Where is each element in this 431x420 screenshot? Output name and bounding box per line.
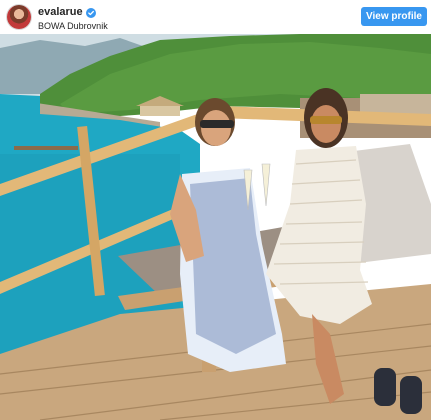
sandal-left [374, 368, 396, 406]
photo-scene [0, 34, 431, 420]
post-header: evalarue BOWA Dubrovnik View profile [0, 0, 431, 34]
sandal-right [400, 376, 422, 414]
beach-hut [140, 106, 180, 116]
champagne-glass-right [261, 163, 271, 207]
user-block: evalarue BOWA Dubrovnik [38, 6, 108, 32]
avatar[interactable] [7, 5, 31, 29]
username[interactable]: evalarue [38, 6, 83, 19]
verified-badge-icon [85, 7, 96, 18]
view-profile-button[interactable]: View profile [361, 7, 427, 26]
post-photo[interactable] [0, 34, 431, 420]
location-label[interactable]: BOWA Dubrovnik [38, 20, 108, 32]
terrace-roof [360, 94, 431, 114]
left-woman-sunglasses [200, 120, 234, 128]
right-woman-crochet-dress [266, 146, 372, 324]
username-row: evalarue [38, 6, 108, 19]
right-woman-sunglasses [310, 116, 342, 124]
floating-dock [14, 146, 78, 150]
